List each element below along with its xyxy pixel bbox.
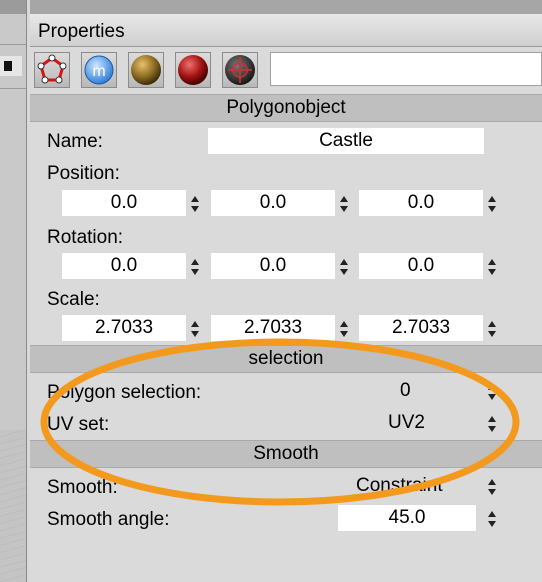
smooth-section-header[interactable]: Smooth bbox=[30, 440, 542, 468]
position-z-stepper[interactable] bbox=[486, 190, 498, 216]
position-z-field[interactable]: 0.0 bbox=[359, 190, 483, 216]
material-m-button[interactable]: m bbox=[81, 52, 117, 88]
scale-z-field[interactable]: 2.7033 bbox=[359, 315, 483, 341]
material-m-icon: m bbox=[84, 55, 114, 85]
scale-y-stepper[interactable] bbox=[338, 315, 350, 341]
uv-set-label: UV set: bbox=[47, 414, 110, 435]
position-y-stepper[interactable] bbox=[338, 190, 350, 216]
smooth-angle-label: Smooth angle: bbox=[47, 509, 170, 530]
properties-panel: Properties m Polygonobject Name: Castle … bbox=[30, 0, 542, 582]
position-label: Position: bbox=[47, 163, 120, 184]
polygon-object-tag-icon bbox=[37, 54, 67, 84]
polygonobject-section-header[interactable]: Polygonobject bbox=[30, 94, 542, 122]
uv-set-value[interactable]: UV2 bbox=[388, 412, 425, 434]
smooth-mode-value[interactable]: Constraint bbox=[356, 475, 443, 497]
polygon-selection-label: Polygon selection: bbox=[47, 382, 202, 403]
svg-text:m: m bbox=[92, 63, 105, 80]
rotation-p-stepper[interactable] bbox=[338, 253, 350, 279]
uv-set-stepper[interactable] bbox=[486, 410, 498, 436]
smooth-angle-stepper[interactable] bbox=[486, 505, 498, 531]
tag-toolbar: m bbox=[30, 48, 542, 90]
position-x-stepper[interactable] bbox=[189, 190, 201, 216]
viewport-scene[interactable] bbox=[0, 430, 26, 582]
red-material-button[interactable] bbox=[175, 52, 211, 88]
bronze-material-icon bbox=[131, 55, 161, 85]
polygon-selection-stepper[interactable] bbox=[486, 378, 498, 404]
rotation-h-field[interactable]: 0.0 bbox=[62, 253, 186, 279]
scale-x-stepper[interactable] bbox=[189, 315, 201, 341]
scale-label: Scale: bbox=[47, 289, 100, 310]
smooth-angle-field[interactable]: 45.0 bbox=[338, 505, 476, 531]
rotation-label: Rotation: bbox=[47, 227, 124, 248]
position-x-field[interactable]: 0.0 bbox=[62, 190, 186, 216]
dark-texture-material-icon bbox=[225, 55, 255, 85]
viewport-edge bbox=[0, 0, 27, 582]
viewport-top-bar bbox=[0, 0, 26, 14]
panel-top-edge bbox=[30, 0, 542, 14]
name-label: Name: bbox=[47, 131, 103, 152]
scale-z-stepper[interactable] bbox=[486, 315, 498, 341]
smooth-label: Smooth: bbox=[47, 477, 118, 498]
polygon-selection-value[interactable]: 0 bbox=[400, 380, 411, 402]
bronze-material-button[interactable] bbox=[128, 52, 164, 88]
viewport-divider bbox=[0, 44, 26, 45]
selection-section-header[interactable]: selection bbox=[30, 345, 542, 373]
panel-title: Properties bbox=[38, 21, 125, 42]
tag-toolbar-empty-area bbox=[270, 52, 542, 86]
position-y-field[interactable]: 0.0 bbox=[211, 190, 335, 216]
scale-x-field[interactable]: 2.7033 bbox=[62, 315, 186, 341]
red-material-icon bbox=[178, 55, 208, 85]
rotation-b-field[interactable]: 0.0 bbox=[359, 253, 483, 279]
smooth-mode-stepper[interactable] bbox=[486, 473, 498, 499]
scale-y-field[interactable]: 2.7033 bbox=[211, 315, 335, 341]
viewport-divider bbox=[0, 88, 26, 89]
viewport-handle[interactable] bbox=[0, 56, 22, 76]
dark-texture-material-button[interactable] bbox=[222, 52, 258, 88]
rotation-b-stepper[interactable] bbox=[486, 253, 498, 279]
panel-titlebar: Properties bbox=[30, 14, 542, 47]
rotation-h-stepper[interactable] bbox=[189, 253, 201, 279]
polygon-object-tag-button[interactable] bbox=[34, 52, 70, 88]
name-field[interactable]: Castle bbox=[208, 128, 484, 154]
rotation-p-field[interactable]: 0.0 bbox=[211, 253, 335, 279]
